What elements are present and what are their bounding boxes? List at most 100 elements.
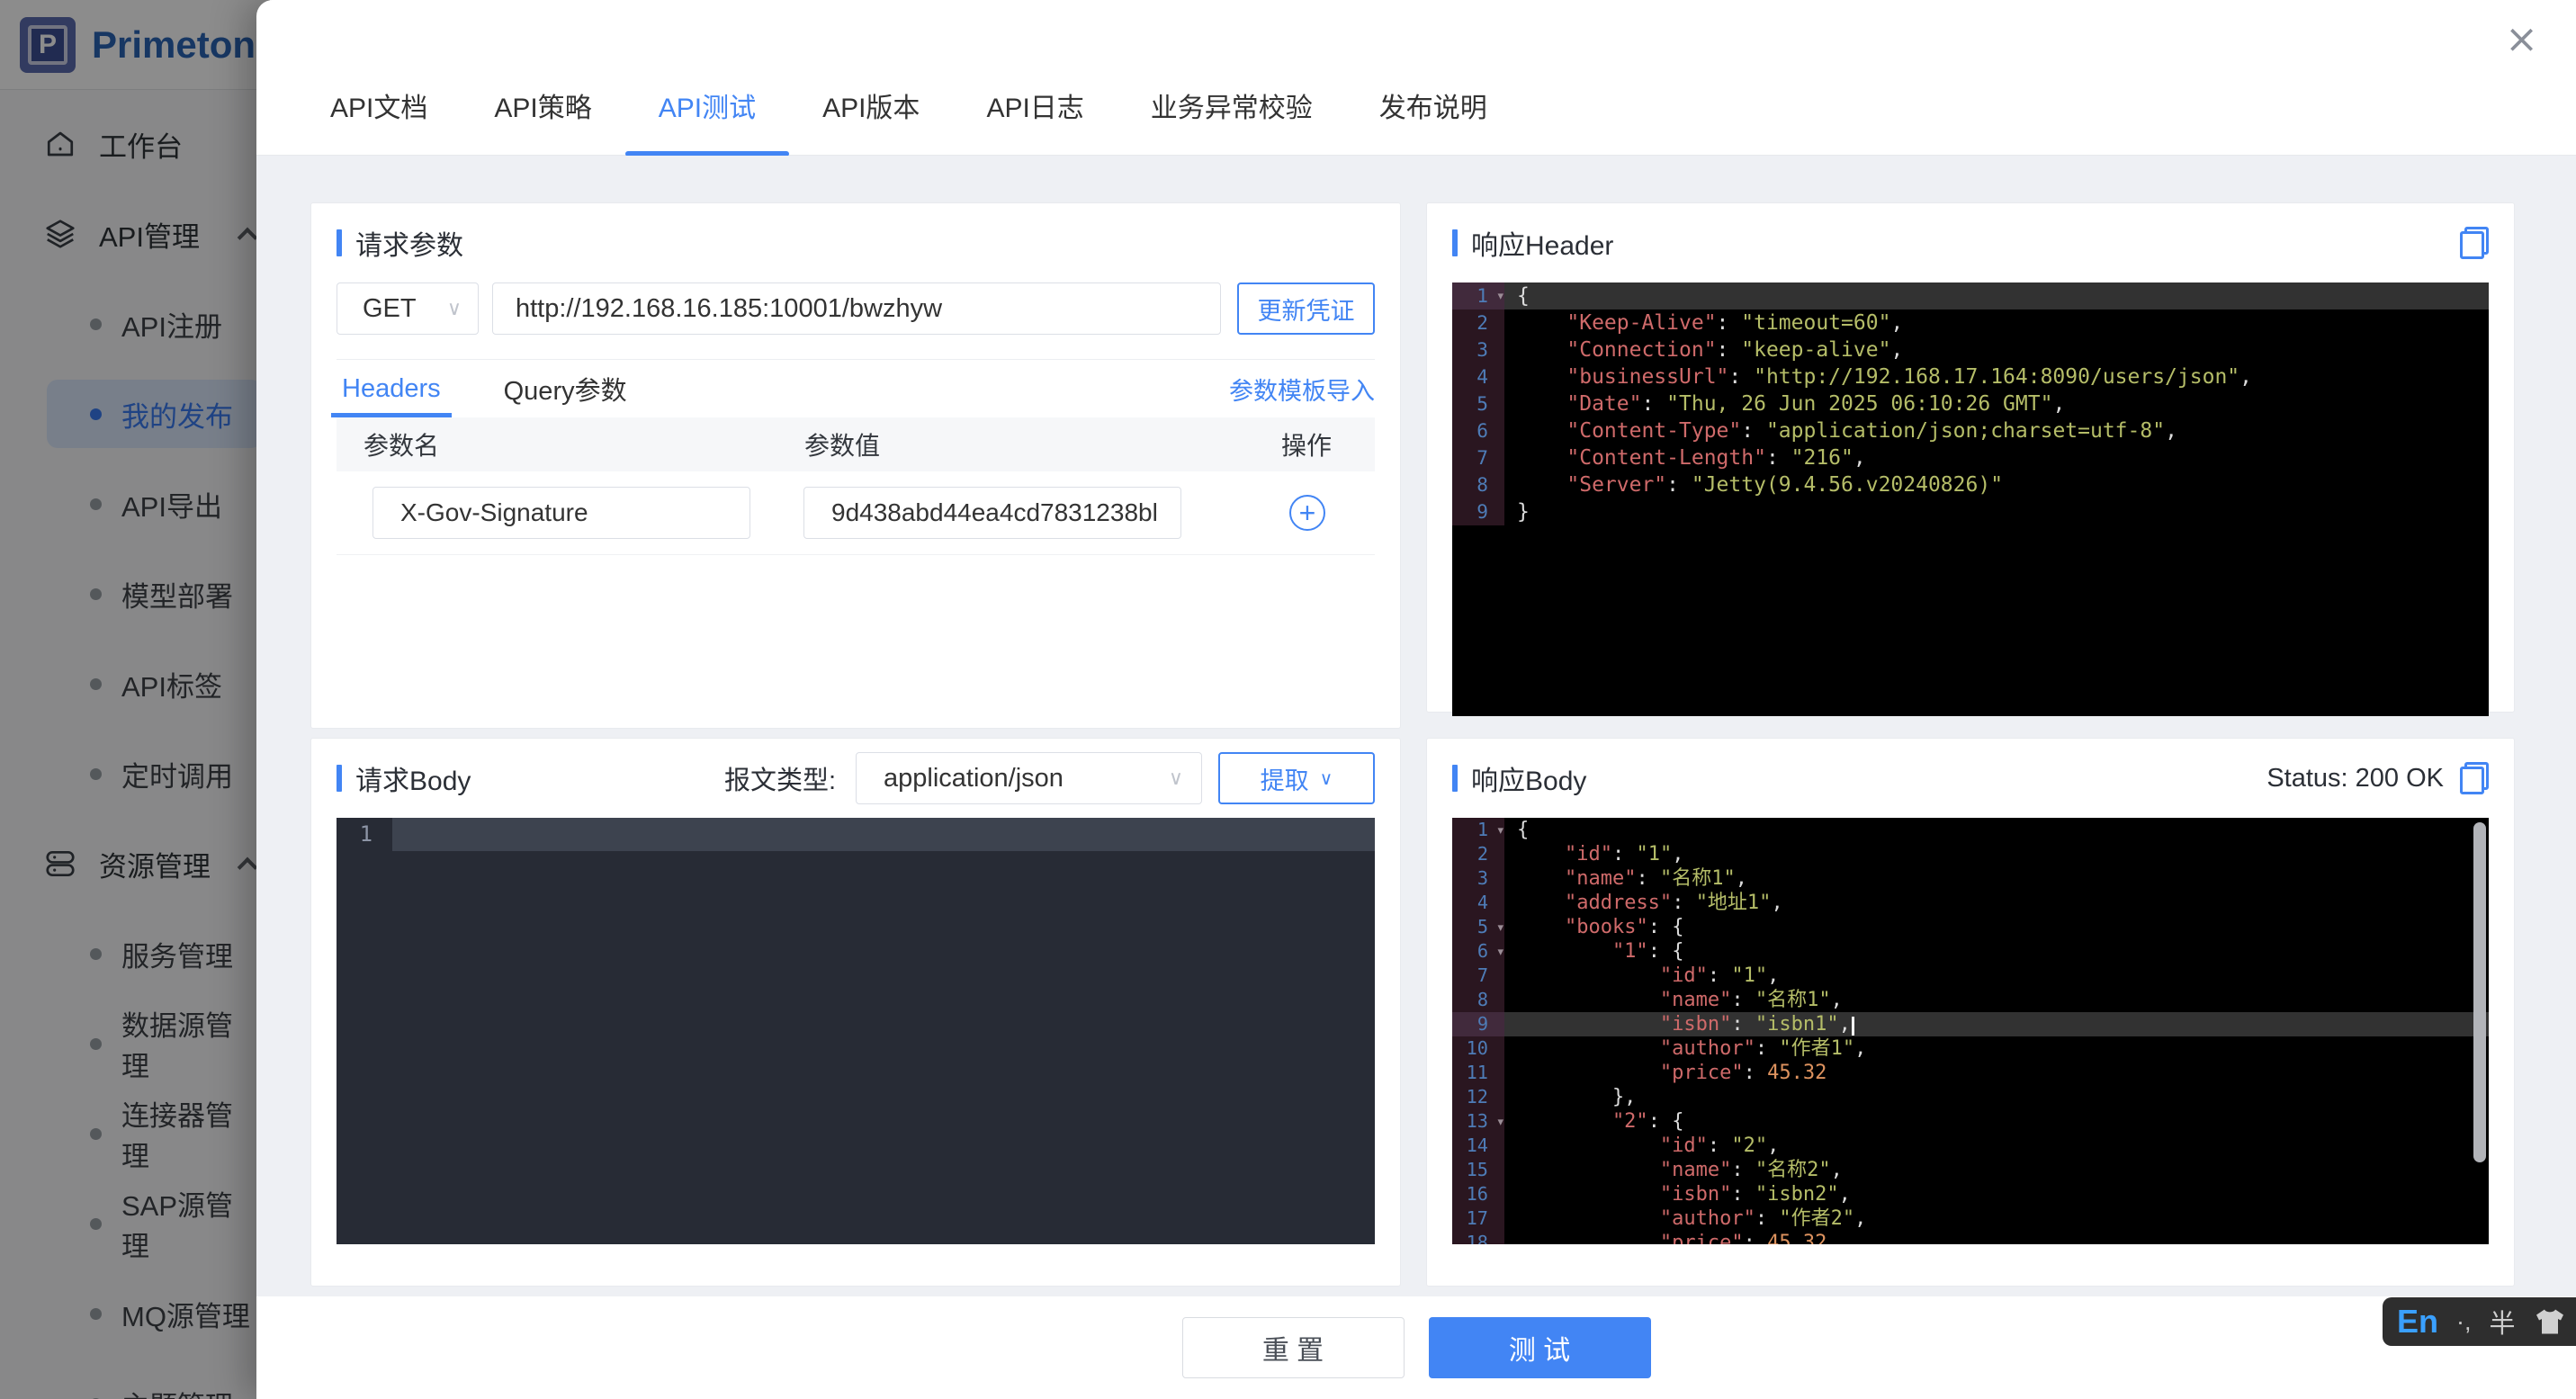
code-line: 7 "id": "1", xyxy=(1452,964,2489,988)
line-number: 14 xyxy=(1452,1134,1504,1158)
request-body-title: 请求Body xyxy=(355,767,471,796)
subtab-headers[interactable]: Headers xyxy=(331,360,452,417)
request-body-editor[interactable]: 1 xyxy=(337,818,1375,1244)
fold-arrow-icon[interactable]: ▾ xyxy=(1497,283,1503,310)
code-line-content: "author": "作者1", xyxy=(1659,1037,1867,1060)
code-line-content: "name": "名称1", xyxy=(1659,989,1843,1011)
fold-arrow-icon[interactable]: ▾ xyxy=(1497,940,1503,964)
line-number: 5 xyxy=(1452,390,1504,417)
section-title-row: 请求Body 报文类型: application/json ∨ 提取 ∨ xyxy=(337,752,1375,804)
test-button[interactable]: 测 试 xyxy=(1428,1317,1651,1378)
scrollbar-thumb[interactable] xyxy=(2473,822,2486,1162)
update-credential-button[interactable]: 更新凭证 xyxy=(1237,282,1375,335)
tab-API测试[interactable]: API测试 xyxy=(624,56,790,157)
request-params-card: 请求参数 GET ∨ http://192.168.16.185:10001/b… xyxy=(310,202,1401,729)
response-body-title: 响应Body xyxy=(1471,767,1587,796)
param-template-import-link[interactable]: 参数模板导入 xyxy=(1229,372,1375,407)
response-header-title: 响应Header xyxy=(1471,231,1614,261)
tab-业务异常校验[interactable]: 业务异常校验 xyxy=(1117,56,1346,155)
code-line: 18 "price": 45.32 xyxy=(1452,1231,2489,1244)
response-header-editor[interactable]: 1 ▾{2 "Keep-Alive": "timeout=60", 3 "Connect… xyxy=(1452,282,2489,716)
line-number: 7 xyxy=(1452,444,1504,471)
tab-API文档[interactable]: API文档 xyxy=(297,56,461,155)
copy-icon[interactable] xyxy=(2460,227,2489,259)
line-number: 5 ▾ xyxy=(1452,915,1504,939)
add-param-icon[interactable]: + xyxy=(1289,495,1325,531)
code-line: 1 ▾{ xyxy=(1452,818,2489,842)
code-line: 1 ▾{ xyxy=(1452,282,2489,309)
code-line-content xyxy=(392,818,1375,851)
tab-API版本[interactable]: API版本 xyxy=(789,56,953,155)
tab-API策略[interactable]: API策略 xyxy=(461,56,624,155)
api-detail-modal: × API文档 API策略 API测试 API版本 API日志 业务异常校验 发布说明 请求… xyxy=(256,0,2576,1399)
modal-footer: 重 置 测 试 xyxy=(256,1296,2576,1399)
code-line: 10 "author": "作者1", xyxy=(1452,1036,2489,1061)
ime-language-indicator[interactable]: En xyxy=(2397,1303,2438,1341)
ime-width-indicator[interactable]: 半 xyxy=(2490,1303,2516,1341)
param-name-input[interactable]: X-Gov-Signature xyxy=(372,487,750,539)
http-method-select[interactable]: GET ∨ xyxy=(337,282,479,335)
close-icon[interactable]: × xyxy=(2505,20,2538,59)
line-number: 7 xyxy=(1452,964,1504,988)
copy-icon[interactable] xyxy=(2460,762,2489,794)
code-line-content: }, xyxy=(1611,1086,1637,1108)
request-url-row: GET ∨ http://192.168.16.185:10001/bwzhyw… xyxy=(337,282,1375,335)
extract-button[interactable]: 提取 ∨ xyxy=(1218,752,1375,804)
request-url-value: http://192.168.16.185:10001/bwzhyw xyxy=(516,293,943,323)
ime-bar[interactable]: En ·, 半 xyxy=(2383,1297,2576,1346)
code-line: 14 "id": "2", xyxy=(1452,1134,2489,1158)
subtab-query-params[interactable]: Query参数 xyxy=(498,360,633,417)
line-number: 8 xyxy=(1452,988,1504,1012)
code-line: 3 "Connection": "keep-alive", xyxy=(1452,336,2489,363)
content-type-select[interactable]: application/json ∨ xyxy=(856,752,1202,804)
code-line-content: { xyxy=(1517,819,1530,841)
line-number: 6 xyxy=(1452,417,1504,444)
fold-arrow-icon[interactable]: ▾ xyxy=(1497,916,1503,940)
code-line: 5 "Date": "Thu, 26 Jun 2025 06:10:26 GMT"… xyxy=(1452,390,2489,417)
status-badge: Status: 200 OK xyxy=(2266,763,2444,793)
col-param-name: 参数名 xyxy=(364,432,440,460)
line-number: 11 xyxy=(1452,1061,1504,1085)
fold-arrow-icon[interactable]: ▾ xyxy=(1497,1110,1503,1134)
chevron-down-icon: ∨ xyxy=(1168,767,1183,789)
code-line-content: "Date": "Thu, 26 Jun 2025 06:10:26 GMT", xyxy=(1566,392,2066,416)
code-line-content: "2": { xyxy=(1611,1110,1684,1133)
code-line-content: "id": "1", xyxy=(1659,964,1780,987)
code-line-content: "Server": "Jetty(9.4.56.v20240826)" xyxy=(1566,473,2004,497)
code-line-content: "Content-Length": "216", xyxy=(1566,446,1866,470)
code-line: 1 xyxy=(337,818,1375,851)
code-line: 16 "isbn": "isbn2", xyxy=(1452,1182,2489,1206)
response-body-editor[interactable]: 1 ▾ {2 "id": "1", 3 "name": "名称1", 4 "address":… xyxy=(1452,818,2489,1244)
code-line: 11 "price": 45.32 xyxy=(1452,1061,2489,1085)
code-line: 4 "address": "地址1", xyxy=(1452,891,2489,915)
modal-dim-overlay xyxy=(0,0,270,1399)
fold-arrow-icon[interactable]: ▾ xyxy=(1497,819,1503,843)
request-url-input[interactable]: http://192.168.16.185:10001/bwzhyw xyxy=(492,282,1221,335)
modal-tabbar: API文档 API策略 API测试 API版本 API日志 业务异常校验 发布说明 xyxy=(256,56,2576,157)
code-line-content: "name": "名称1", xyxy=(1564,867,1747,890)
request-body-card: 请求Body 报文类型: application/json ∨ 提取 ∨ 1 xyxy=(310,738,1401,1287)
section-title-row: 请求参数 xyxy=(337,225,1375,261)
code-line-content: "Keep-Alive": "timeout=60", xyxy=(1566,311,1904,335)
title-accent-bar xyxy=(1452,229,1458,256)
code-line-content: "1": { xyxy=(1611,940,1684,963)
tab-发布说明[interactable]: 发布说明 xyxy=(1346,56,1521,155)
param-value-input[interactable]: 9d438abd44ea4cd7831238bl xyxy=(803,487,1181,539)
code-line-content: "address": "地址1", xyxy=(1564,892,1783,914)
ime-skin-icon[interactable] xyxy=(2534,1308,2566,1335)
line-number: 3 xyxy=(1452,866,1504,891)
code-line-content: "businessUrl": "http://192.168.17.164:80… xyxy=(1566,365,2252,389)
code-line: 12}, xyxy=(1452,1085,2489,1109)
col-actions: 操作 xyxy=(1280,432,1332,460)
text-cursor xyxy=(1851,1017,1854,1036)
reset-button[interactable]: 重 置 xyxy=(1181,1317,1405,1378)
code-line: 9 "isbn": "isbn1", xyxy=(1452,1012,2489,1036)
code-line-content: "Connection": "keep-alive", xyxy=(1566,338,1904,362)
ime-punctuation-indicator[interactable]: ·, xyxy=(2456,1308,2472,1336)
line-number: 1 xyxy=(359,821,372,847)
tab-API日志[interactable]: API日志 xyxy=(953,56,1117,155)
col-param-value: 参数值 xyxy=(804,432,881,460)
code-line: 15 "name": "名称2", xyxy=(1452,1158,2489,1182)
code-line: 5 ▾ "books": { xyxy=(1452,915,2489,939)
line-number: 4 xyxy=(1452,363,1504,390)
